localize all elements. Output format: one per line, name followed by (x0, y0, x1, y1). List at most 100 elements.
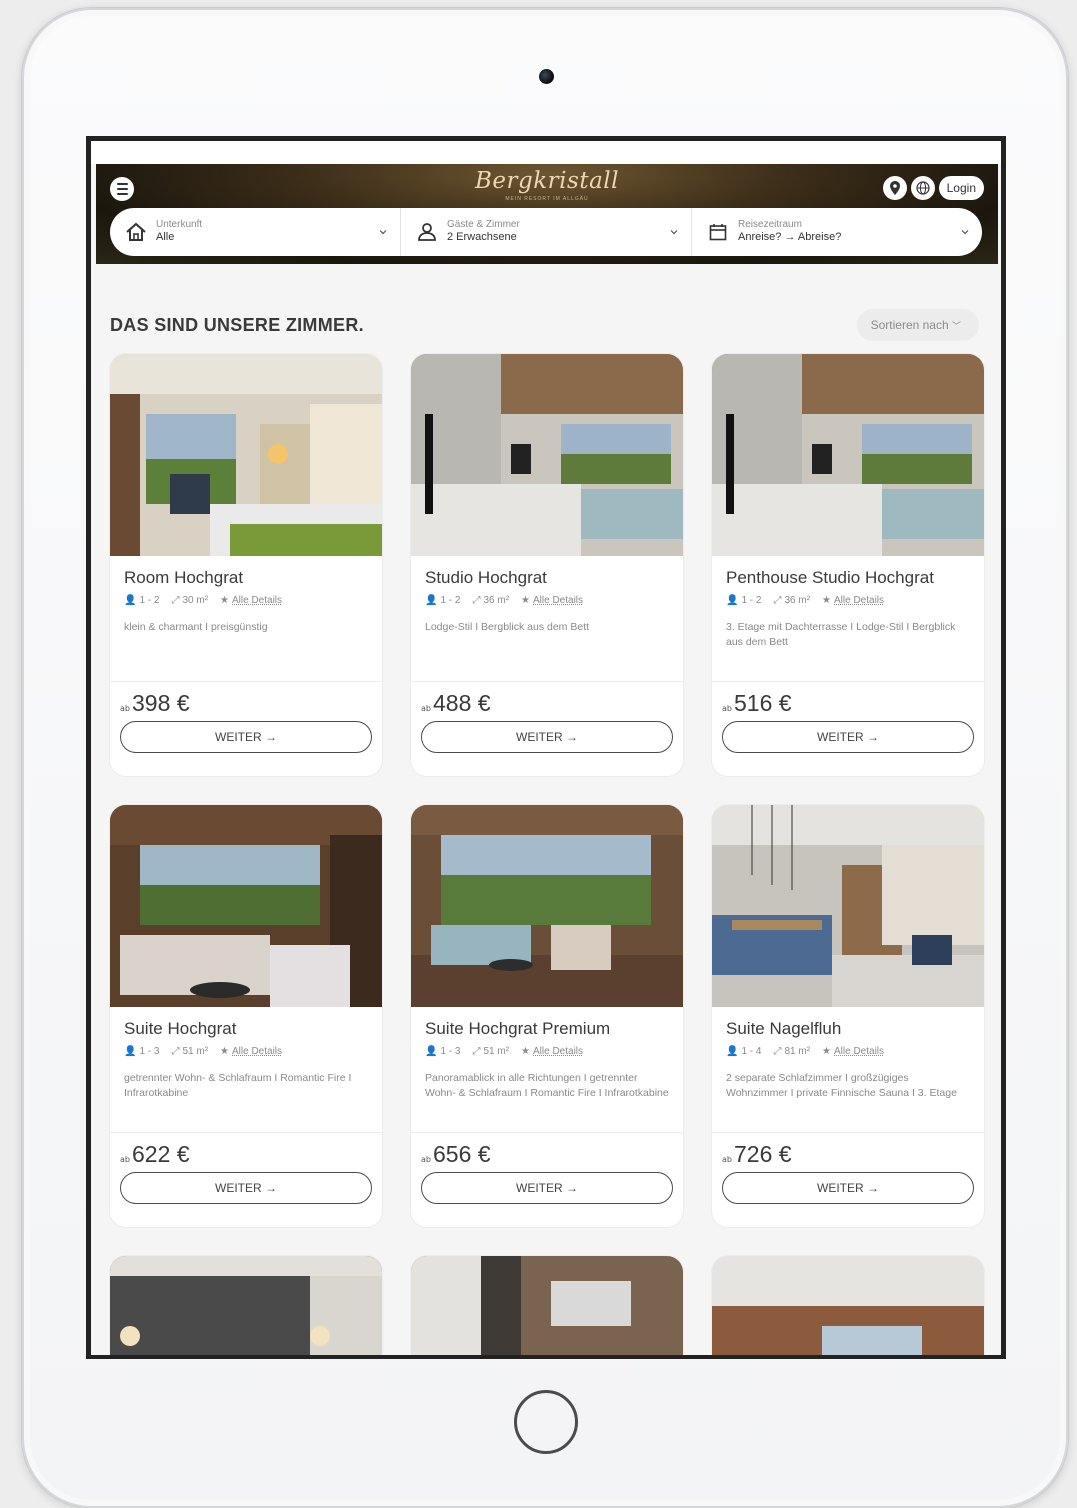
room-size: ⤢ 51 m² (472, 1046, 510, 1057)
chevron-down-icon (961, 230, 969, 235)
room-size: ⤢ 81 m² (773, 1046, 811, 1057)
calendar-icon (706, 220, 730, 244)
details-link[interactable]: ★ Alle Details (521, 1046, 583, 1057)
room-price: 656 € (432, 1141, 491, 1167)
weiter-button[interactable]: WEITER → (421, 1172, 673, 1204)
room-size: ⤢ 36 m² (773, 595, 811, 606)
room-card[interactable]: Suite Hochgrat Premium 👤 1 - 3 ⤢ 51 m² ★ Al… (411, 805, 683, 1227)
details-link[interactable]: ★ Alle Details (220, 1046, 282, 1057)
room-description: klein & charmant I preisgünstig (124, 621, 268, 633)
room-card[interactable]: Penthouse Studio Hochgrat 👤 1 - 2 ⤢ 36 m² … (712, 354, 984, 776)
room-description: getrennter Wohn- & Schlafraum I Romantic… (124, 1072, 352, 1099)
room-photo[interactable] (411, 1256, 683, 1355)
star-icon: ★ (220, 595, 229, 606)
room-card[interactable]: Room Hochgrat 👤 1 - 2 ⤢ 30 m² ★ Alle Detail… (110, 354, 382, 776)
accommodation-select[interactable]: Unterkunft Alle (110, 208, 400, 256)
language-button[interactable] (910, 176, 935, 200)
room-card[interactable] (110, 1256, 382, 1355)
resize-icon: ⤢ (773, 595, 782, 606)
room-card[interactable]: Suite Nagelfluh 👤 1 - 4 ⤢ 81 m² ★ Alle Deta… (712, 805, 984, 1227)
room-description: 2 separate Schlafzimmer I großzügiges Wo… (726, 1072, 957, 1099)
browser-viewport: Bergkristall MEIN RESORT IM ALLGÄU Login (91, 141, 1001, 1355)
room-name: Penthouse Studio Hochgrat (726, 568, 934, 587)
home-button[interactable] (514, 1390, 578, 1454)
room-photo[interactable] (411, 805, 683, 1007)
room-photo[interactable] (712, 354, 984, 556)
weiter-button[interactable]: WEITER → (120, 1172, 372, 1204)
weiter-button[interactable]: WEITER → (722, 721, 974, 753)
weiter-button[interactable]: WEITER → (421, 721, 673, 753)
room-price: 726 € (733, 1141, 792, 1167)
person-icon: 👤 (425, 595, 438, 606)
room-photo[interactable] (110, 1256, 382, 1355)
site-header: Bergkristall MEIN RESORT IM ALLGÄU Login (96, 164, 998, 264)
room-card[interactable]: Studio Hochgrat 👤 1 - 2 ⤢ 36 m² ★ Alle Deta… (411, 354, 683, 776)
resize-icon: ⤢ (472, 1046, 481, 1057)
location-button[interactable] (882, 176, 907, 200)
accommodation-label: Unterkunft (156, 219, 203, 231)
room-photo[interactable] (110, 354, 382, 556)
accommodation-value: Alle (156, 231, 175, 244)
star-icon: ★ (822, 1046, 831, 1057)
star-icon: ★ (822, 595, 831, 606)
resize-icon: ⤢ (472, 595, 481, 606)
room-price: 488 € (432, 690, 491, 716)
person-icon (415, 220, 439, 244)
room-price: 398 € (131, 690, 190, 716)
room-price: 622 € (131, 1141, 190, 1167)
room-size: ⤢ 30 m² (171, 595, 209, 606)
guests-select[interactable]: Gäste & Zimmer 2 Erwachsene (400, 208, 691, 256)
rooms-section: DAS SIND UNSERE ZIMMER. Sortieren nach ﹀ (91, 309, 1001, 1355)
resize-icon: ⤢ (773, 1046, 782, 1057)
room-card[interactable]: Suite Hochgrat 👤 1 - 3 ⤢ 51 m² ★ Alle Detai… (110, 805, 382, 1227)
room-card[interactable] (712, 1256, 984, 1355)
chevron-down-icon (670, 230, 678, 235)
room-description: 3. Etage mit Dachterrasse I Lodge-Stil I… (726, 621, 956, 648)
star-icon: ★ (521, 1046, 530, 1057)
resize-icon: ⤢ (171, 595, 180, 606)
weiter-button[interactable]: WEITER → (120, 721, 372, 753)
weiter-button[interactable]: WEITER → (722, 1172, 974, 1204)
room-photo[interactable] (712, 805, 984, 1007)
rooms-grid: Room Hochgrat 👤 1 - 2 ⤢ 30 m² ★ Alle Detail… (110, 354, 984, 1355)
sort-dropdown[interactable]: Sortieren nach ﹀ (856, 309, 979, 341)
price-prefix: ab (421, 1155, 431, 1164)
guests-label: Gäste & Zimmer (447, 219, 520, 231)
person-icon: 👤 (726, 595, 739, 606)
price-prefix: ab (722, 1155, 732, 1164)
chevron-down-icon: ﹀ (951, 321, 961, 331)
room-card[interactable] (411, 1256, 683, 1355)
logo-subtitle: MEIN RESORT IM ALLGÄU (505, 196, 589, 202)
room-photo[interactable] (712, 1256, 984, 1355)
section-title: DAS SIND UNSERE ZIMMER. (110, 314, 364, 335)
person-icon: 👤 (425, 1046, 438, 1057)
room-description: Lodge-Stil I Bergblick aus dem Bett (425, 621, 590, 633)
sort-label: Sortieren nach (870, 318, 949, 332)
guest-capacity: 👤 1 - 2 (726, 595, 762, 606)
chevron-down-icon (379, 230, 387, 235)
dates-value: Anreise? → Abreise? (738, 231, 842, 244)
room-name: Suite Hochgrat (124, 1019, 237, 1038)
price-prefix: ab (120, 1155, 130, 1164)
guest-capacity: 👤 1 - 2 (425, 595, 461, 606)
details-link[interactable]: ★ Alle Details (822, 1046, 884, 1057)
room-name: Studio Hochgrat (425, 568, 547, 587)
details-link[interactable]: ★ Alle Details (220, 595, 282, 606)
login-button[interactable]: Login (938, 176, 984, 200)
booking-search-bar: Unterkunft Alle Gäste & Zimmer 2 Erwachs… (110, 208, 982, 256)
resize-icon: ⤢ (171, 1046, 180, 1057)
room-photo[interactable] (411, 354, 683, 556)
logo[interactable]: Bergkristall (96, 168, 998, 194)
details-link[interactable]: ★ Alle Details (822, 595, 884, 606)
person-icon: 👤 (124, 1046, 137, 1057)
tablet-screen: Bergkristall MEIN RESORT IM ALLGÄU Login (86, 136, 1006, 1359)
star-icon: ★ (220, 1046, 229, 1057)
room-size: ⤢ 51 m² (171, 1046, 209, 1057)
guests-value: 2 Erwachsene (447, 231, 517, 244)
room-photo[interactable] (110, 805, 382, 1007)
room-size: ⤢ 36 m² (472, 595, 510, 606)
camera-icon (539, 69, 554, 84)
dates-select[interactable]: Reisezeitraum Anreise? → Abreise? (691, 208, 982, 256)
details-link[interactable]: ★ Alle Details (521, 595, 583, 606)
star-icon: ★ (521, 595, 530, 606)
